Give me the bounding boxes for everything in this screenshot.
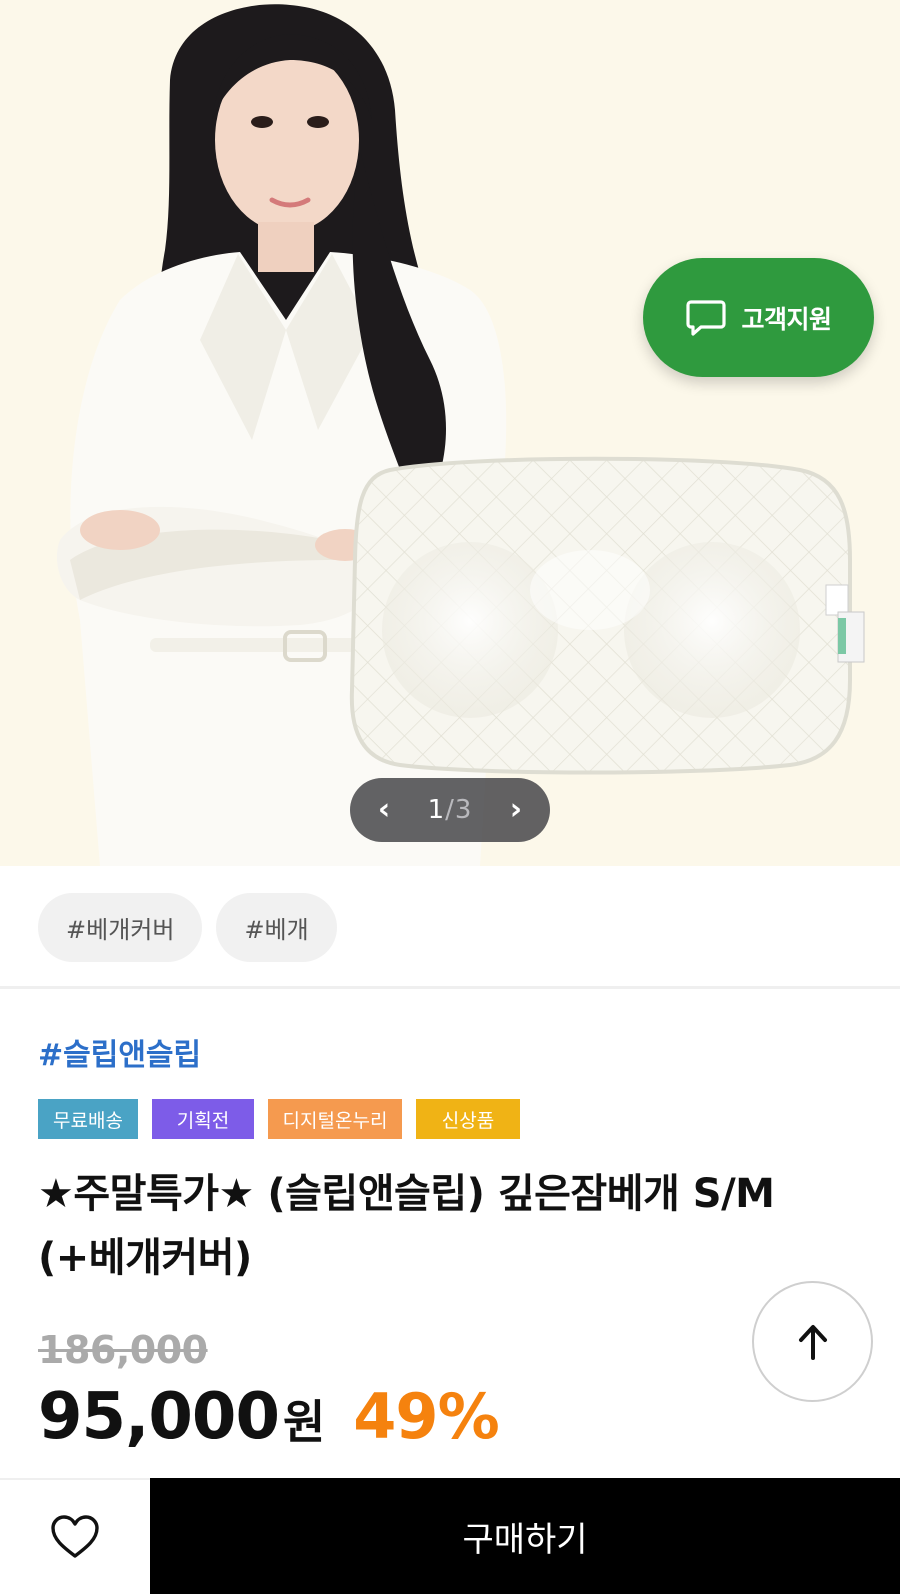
- badge-new-product: 신상품: [416, 1099, 520, 1139]
- product-hero-image: [56, 4, 865, 866]
- chevron-left-icon[interactable]: ‹: [372, 795, 396, 825]
- wishlist-button[interactable]: [0, 1478, 150, 1594]
- buy-button[interactable]: 구매하기: [150, 1478, 900, 1594]
- badge-digital-onnuri: 디지털온누리: [268, 1099, 402, 1139]
- hashtag-pillow-cover[interactable]: #베개커버: [38, 893, 203, 962]
- price-unit: 원: [282, 1395, 326, 1449]
- pager-total: 3: [454, 795, 473, 825]
- arrow-up-icon: [798, 1324, 827, 1360]
- chat-bubble-icon: [686, 299, 727, 336]
- brand-link[interactable]: #슬립앤슬립: [38, 1030, 201, 1074]
- customer-support-label: 고객지원: [741, 304, 832, 334]
- hashtag-list: #베개커버 #베개: [38, 893, 337, 962]
- pager-current: 1: [427, 795, 446, 825]
- hashtag-pillow[interactable]: #베개: [216, 893, 337, 962]
- badge-list: 무료배송 기획전 디지털온누리 신상품: [38, 1099, 520, 1139]
- badge-free-shipping: 무료배송: [38, 1099, 138, 1139]
- pager-count: 1/3: [428, 795, 473, 825]
- scroll-to-top-button[interactable]: [752, 1281, 873, 1402]
- price-row: 95,000 원 49%: [38, 1380, 500, 1454]
- pager-separator: /: [445, 795, 455, 825]
- pillow-product: [349, 456, 865, 775]
- bottom-action-bar: 구매하기: [0, 1478, 900, 1594]
- product-title: ★주말특가★ (슬립앤슬립) 깊은잠베개 S/M (+베개커버): [38, 1171, 775, 1281]
- heart-icon: [51, 1515, 99, 1558]
- product-image-carousel[interactable]: 고객지원 ‹ 1/3 ›: [0, 0, 900, 866]
- badge-event: 기획전: [152, 1099, 254, 1139]
- sale-price: 95,000: [38, 1380, 280, 1454]
- original-price: 186,000: [38, 1328, 208, 1372]
- section-divider: [0, 986, 900, 989]
- chevron-right-icon[interactable]: ›: [504, 795, 528, 825]
- discount-rate: 49%: [353, 1380, 499, 1453]
- image-pager: ‹ 1/3 ›: [350, 778, 550, 842]
- customer-support-button[interactable]: 고객지원: [643, 258, 874, 377]
